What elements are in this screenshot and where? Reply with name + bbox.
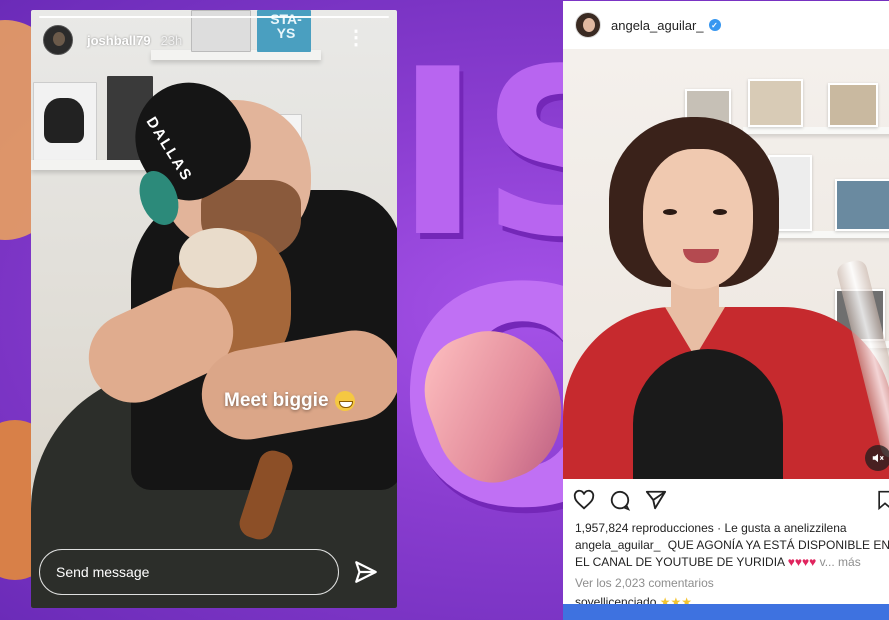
- book: [835, 179, 889, 231]
- paper-plane-icon[interactable]: [353, 559, 379, 585]
- post-actions: [573, 487, 667, 513]
- story-timestamp: 23h: [160, 32, 183, 48]
- comment-icon[interactable]: [609, 489, 631, 511]
- speaker-muted-icon[interactable]: [865, 445, 889, 471]
- post-username[interactable]: angela_aguilar_: [611, 18, 704, 33]
- view-count: 1,957,824 reproducciones: [575, 521, 714, 535]
- paper-plane-icon[interactable]: [645, 489, 667, 511]
- story-footer: Send message: [39, 548, 389, 596]
- story-username[interactable]: joshball79: [87, 33, 151, 48]
- avatar[interactable]: [43, 25, 73, 55]
- story-panel[interactable]: STA-YS DALLAS joshball79 23h ⋮ Meet bigg…: [31, 10, 397, 608]
- caption-text: Meet biggie: [224, 390, 329, 411]
- more-link[interactable]: v... más: [820, 555, 861, 569]
- post-panel: angela_aguilar_ ✓ 1,957,824 reproduccion…: [563, 1, 889, 606]
- verified-badge-icon: ✓: [708, 19, 721, 31]
- liked-by[interactable]: · Le gusta a anelizzilena: [717, 521, 846, 535]
- bookmark-icon[interactable]: [875, 489, 889, 511]
- send-message-input[interactable]: Send message: [39, 549, 339, 595]
- post-text: 1,957,824 reproducciones · Le gusta a an…: [575, 519, 889, 606]
- eye: [663, 209, 677, 215]
- story-caption: Meet biggie: [224, 390, 355, 412]
- book: [33, 82, 97, 162]
- story-header: joshball79 23h ⋮: [43, 24, 383, 56]
- more-options-icon[interactable]: ⋮: [346, 28, 366, 48]
- heart-icon[interactable]: [573, 489, 595, 511]
- bottom-strip: [563, 604, 889, 620]
- caption-username[interactable]: angela_aguilar_: [575, 538, 660, 552]
- woman-face: [643, 149, 753, 289]
- shelf: [743, 127, 889, 134]
- grinning-emoji-icon: [334, 391, 355, 411]
- view-comments-link[interactable]: Ver los 2,023 comentarios: [575, 573, 889, 593]
- views-line: 1,957,824 reproducciones · Le gusta a an…: [575, 519, 889, 537]
- heart-emojis: ♥♥♥♥: [787, 555, 817, 569]
- frame: [748, 79, 803, 127]
- story-progress-bar: [39, 16, 389, 18]
- caption: angela_aguilar_ QUE AGONÍA YA ESTÁ DISPO…: [575, 537, 889, 571]
- frame: [828, 83, 878, 127]
- avatar[interactable]: [575, 12, 601, 38]
- post-header: angela_aguilar_ ✓: [563, 1, 889, 49]
- post-video[interactable]: [563, 49, 889, 479]
- eye: [713, 209, 727, 215]
- dog-face: [179, 228, 257, 288]
- shelf: [768, 231, 889, 238]
